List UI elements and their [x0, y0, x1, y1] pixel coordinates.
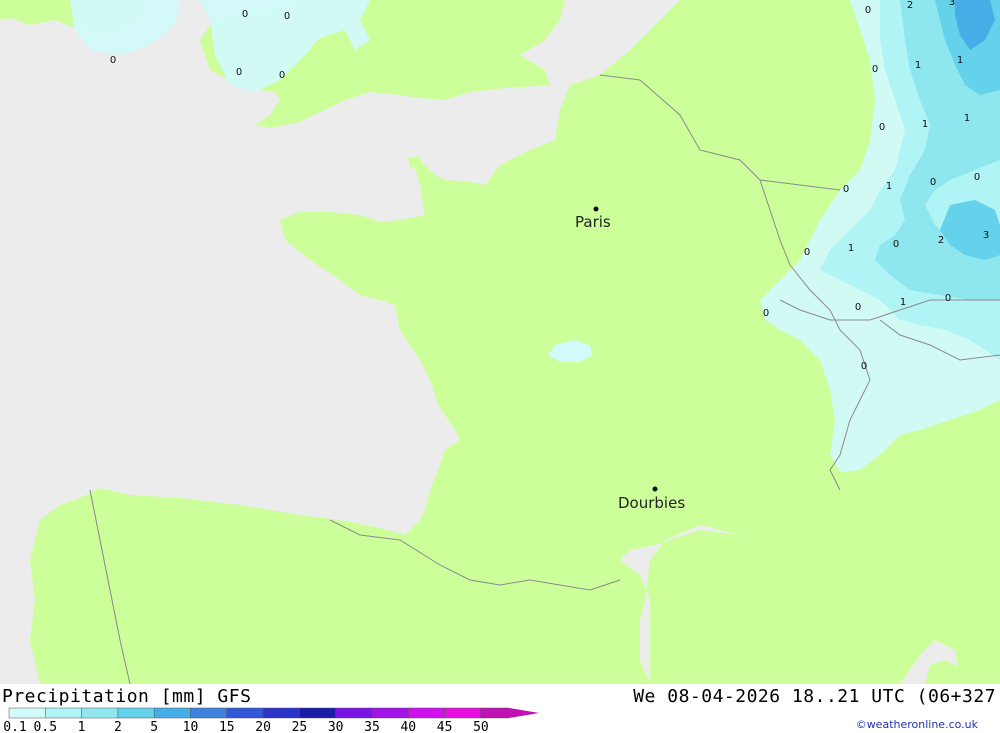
precip-value: 0 — [242, 9, 248, 20]
legend-tick-label: 25 — [292, 720, 308, 733]
precip-value: 0 — [879, 122, 885, 133]
precipitation-map: Paris Dourbies 0 0 0 0 0 0 2 3 0 1 1 0 1… — [0, 0, 1000, 684]
forecast-datetime: We 08-04-2026 18..21 UTC (06+327 — [633, 686, 996, 707]
legend-arrow — [509, 708, 540, 718]
legend-tick-label: 45 — [437, 720, 453, 733]
precip-value: 2 — [938, 235, 944, 246]
legend-tick-label: 10 — [183, 720, 199, 733]
precip-value: 1 — [964, 113, 970, 124]
legend-swatch — [8, 707, 46, 719]
legend-tick-label: 5 — [150, 720, 158, 733]
precip-value: 1 — [957, 55, 963, 66]
precip-value: 0 — [110, 55, 116, 66]
precip-value: 0 — [974, 172, 980, 183]
legend-swatch — [480, 707, 510, 719]
precip-value: 0 — [872, 64, 878, 75]
legend-tick-label: 0.1 — [3, 720, 26, 733]
precip-value: 0 — [804, 247, 810, 258]
legend-swatch — [45, 707, 82, 719]
legend-swatch — [190, 707, 228, 719]
legend-swatch — [81, 707, 119, 719]
city-label-paris: Paris — [575, 213, 611, 231]
precip-value: 1 — [900, 297, 906, 308]
legend-swatch — [408, 707, 445, 719]
precip-value: 0 — [843, 184, 849, 195]
precip-value: 0 — [236, 67, 242, 78]
legend-tick-label: 40 — [400, 720, 416, 733]
legend-tick-label: 0.5 — [34, 720, 57, 733]
precip-value: 0 — [279, 70, 285, 81]
city-marker-paris — [593, 206, 599, 212]
legend-tick-label: 30 — [328, 720, 344, 733]
precip-value: 3 — [949, 0, 955, 8]
credit-link[interactable]: ©weatheronline.co.uk — [856, 718, 978, 731]
legend-swatch — [444, 707, 482, 719]
precip-value: 0 — [861, 361, 867, 372]
legend-tick-label: 2 — [114, 720, 122, 733]
precip-value: 2 — [907, 0, 913, 11]
precip-value: 0 — [893, 239, 899, 250]
legend-swatch — [153, 707, 191, 719]
legend-tick-label: 15 — [219, 720, 235, 733]
precip-value: 1 — [915, 60, 921, 71]
precip-value: 3 — [983, 230, 989, 241]
precip-value: 0 — [284, 11, 290, 22]
legend-swatch — [226, 707, 264, 719]
legend-swatch — [371, 707, 409, 719]
map-title: Precipitation [mm] GFS — [2, 686, 252, 707]
color-scale-legend: 0.1 0.5 1 2 5 10 15 20 25 30 35 40 45 50 — [3, 707, 540, 733]
precip-value: 1 — [922, 119, 928, 130]
legend-tick-label: 1 — [78, 720, 86, 733]
precip-value: 0 — [763, 308, 769, 319]
precip-value: 0 — [945, 293, 951, 304]
legend-tick-label: 20 — [255, 720, 271, 733]
precip-value: 1 — [886, 181, 892, 192]
legend-tick-label: 35 — [364, 720, 380, 733]
precip-value: 1 — [848, 243, 854, 254]
map-footer: Precipitation [mm] GFS We 08-04-2026 18.… — [0, 684, 1000, 733]
legend-swatch — [262, 707, 300, 719]
legend-tick-label: 50 — [473, 720, 489, 733]
legend-swatch — [335, 707, 373, 719]
city-label-dourbies: Dourbies — [618, 494, 685, 512]
legend-swatch — [299, 707, 336, 719]
city-marker-dourbies — [652, 486, 658, 492]
precip-value: 0 — [855, 302, 861, 313]
precip-value: 0 — [865, 5, 871, 16]
legend-swatch — [117, 707, 155, 719]
precip-value: 0 — [930, 177, 936, 188]
